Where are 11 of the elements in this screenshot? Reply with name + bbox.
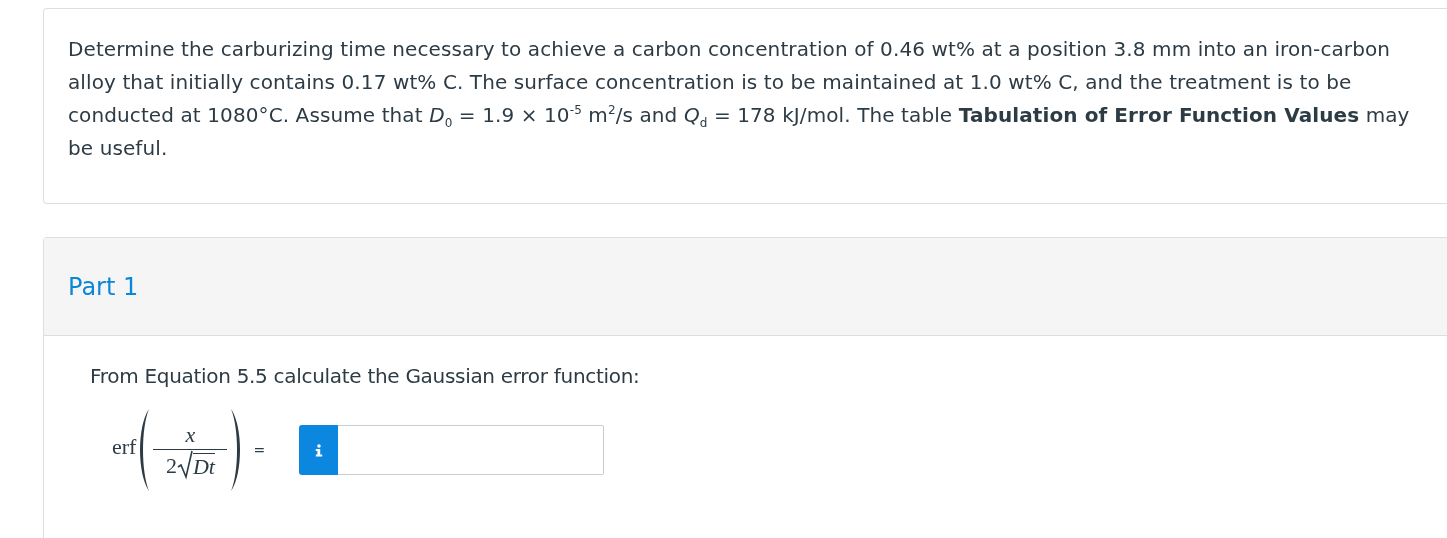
- coefficient: 2: [165, 451, 177, 480]
- function-name: erf: [112, 434, 137, 460]
- info-button[interactable]: [299, 425, 339, 475]
- equals-sign: =: [253, 442, 266, 458]
- answer-field[interactable]: [338, 425, 605, 475]
- fraction-numerator: x: [185, 420, 196, 449]
- part-title: Part 1: [68, 272, 139, 301]
- info-icon: [314, 443, 323, 457]
- question-text: Determine the carburizing time necessary to achieve a carbon concentration of 0.46 wt% at a position 3.8 mm into an iron-carbon alloy that initially contains 0.17 wt% C. The surface concentration is to be maintained at 1.0 wt% C, and the treatment is to be conducted at 1080°C. Assume that D$_{0}$ = 1.9 × 10$^{-5}$ m$^{2}$/s and Q$_{d}$ = 178 kJ/mol. The table Tabulation of Error Function Values may be useful.: [68, 36, 1411, 162]
- instruction-text: From Equation 5.5 calculate the Gaussian error function:: [90, 364, 641, 388]
- radicand: Dt: [192, 452, 215, 480]
